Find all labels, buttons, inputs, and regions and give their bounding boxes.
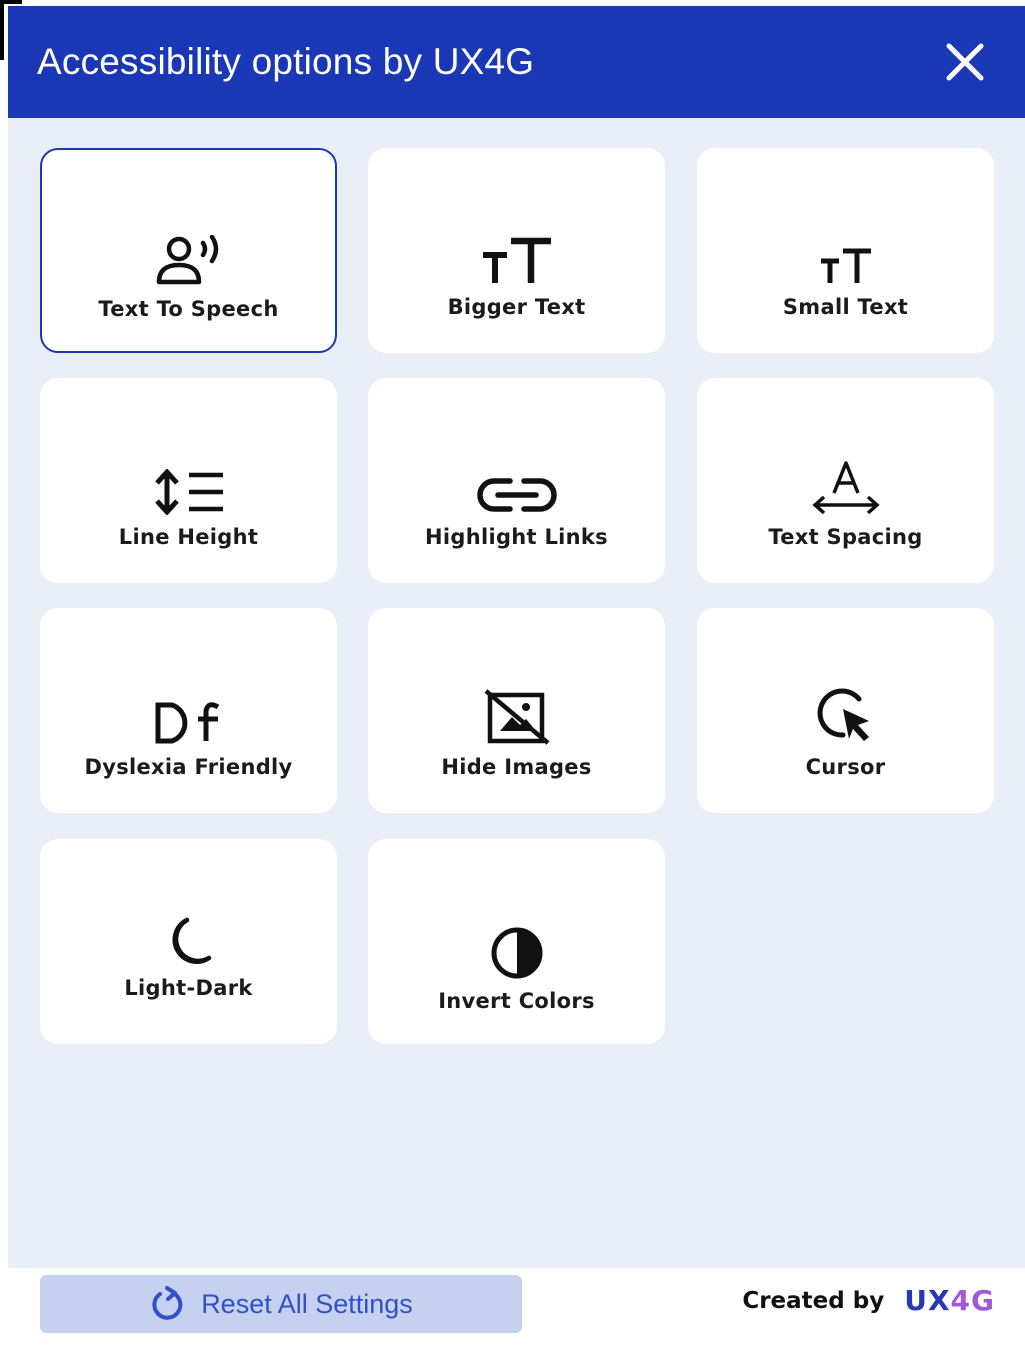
close-icon [946,43,984,81]
reset-all-button[interactable]: Reset All Settings [40,1275,522,1333]
bigger-text-icon [482,237,551,283]
reset-label: Reset All Settings [201,1288,413,1319]
options-grid: Text To Speech Bigger Text Small Text Li… [8,118,1025,1268]
option-cursor[interactable]: Cursor [697,608,994,813]
option-line-height[interactable]: Line Height [40,378,337,583]
text-spacing-icon [811,461,880,515]
option-light-dark[interactable]: Light-Dark [40,839,337,1044]
option-bigger-text[interactable]: Bigger Text [368,148,665,353]
contrast-icon [491,927,542,979]
option-label: Highlight Links [425,525,608,549]
option-highlight-links[interactable]: Highlight Links [368,378,665,583]
option-invert-colors[interactable]: Invert Colors [368,839,665,1044]
line-height-icon [154,469,223,515]
option-dyslexia-friendly[interactable]: Dyslexia Friendly [40,608,337,813]
option-label: Light-Dark [124,976,253,1000]
accessibility-panel: Accessibility options by UX4G Text To Sp… [8,6,1025,1348]
hide-image-icon [484,689,549,745]
option-label: Hide Images [441,755,592,779]
option-small-text[interactable]: Small Text [697,148,994,353]
panel-header: Accessibility options by UX4G [8,6,1025,118]
option-label: Dyslexia Friendly [84,755,293,779]
option-label: Small Text [782,295,909,319]
credit-text: Created by [742,1287,885,1314]
option-text-spacing[interactable]: Text Spacing [697,378,994,583]
option-hide-images[interactable]: Hide Images [368,608,665,813]
option-label: Cursor [805,755,886,779]
dyslexia-df-icon [155,702,219,744]
ux4g-logo[interactable]: UX4G [904,1284,995,1317]
small-text-icon [820,248,871,283]
option-label: Text Spacing [768,525,923,549]
moon-icon [172,917,211,964]
panel-title: Accessibility options by UX4G [37,41,535,82]
option-label: Line Height [118,525,259,549]
credit: Created by UX4G [742,1284,995,1317]
option-label: Bigger Text [447,295,586,319]
option-label: Text To Speech [98,297,279,321]
link-icon [476,478,557,512]
option-label: Invert Colors [438,989,595,1013]
cursor-icon [817,688,869,741]
refresh-icon [152,1286,183,1320]
speaking-person-icon [156,235,218,285]
option-text-to-speech[interactable]: Text To Speech [40,148,337,353]
panel-footer: Reset All Settings Created by UX4G [8,1268,1025,1348]
close-button[interactable] [941,38,989,86]
